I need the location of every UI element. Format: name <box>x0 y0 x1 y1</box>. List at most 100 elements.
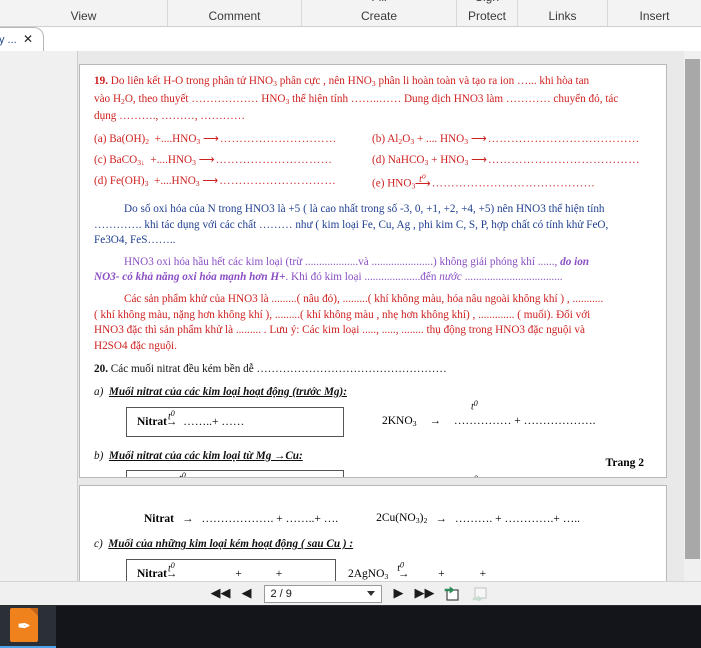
page3-blank-tail[interactable]: ………………. + ……..+ …. <box>202 513 339 525</box>
pdf-page-2: 19. Do liên kết H-O trong phân tử HNO3 p… <box>79 64 667 478</box>
section-a-formula-row: Nitrat t0 → ……..+ …… t0 2KNO3 → …………… + … <box>126 398 654 437</box>
equation-c-blank[interactable]: ………………………… <box>216 154 333 166</box>
blue-paragraph-line3: Fe3O4, FeS…….. <box>94 234 176 247</box>
section-c-temperature-symbol: t0 <box>168 560 175 575</box>
last-page-icon[interactable]: ▶▶ <box>415 585 435 603</box>
previous-page-icon[interactable]: ◀ <box>238 585 256 603</box>
ribbon-tab-create[interactable]: Fill Create <box>302 0 457 26</box>
ribbon-tab-comment-label: Comment <box>208 9 261 23</box>
red-paragraph2-line1: Các sản phẩm khử của HNO3 là .........( … <box>124 292 604 305</box>
ribbon-tab-create-label: Create <box>360 9 398 23</box>
ribbon-tab-insert[interactable]: Insert <box>608 0 701 26</box>
violet-paragraph-text2: . Khi đó kim loại ....................đế… <box>285 271 440 284</box>
blue-paragraph-line1: Do số oxi hóa của N trong HNO3 là +5 ( l… <box>94 202 654 218</box>
violet-paragraph-tail: ................................... <box>461 271 563 284</box>
ribbon-tab-fill-clipped-label: Fill <box>371 0 386 4</box>
equation-e-blank[interactable]: …………………………………… <box>432 178 596 190</box>
equation-cell-b: (b) Al2O3 + .... HNO3 ⟶ ………………………………… <box>372 133 640 147</box>
equation-cell-d2: (d) Fe(OH)3 +....HNO3 ⟶ ………………………… <box>94 175 337 189</box>
ribbon-tab-links-label: Links <box>548 9 577 23</box>
question-19-text-a: Do liên kết H-O trong phân tử HNO <box>107 75 274 87</box>
section-a-heading-text: Muối nitrat của các kim loại hoạt động (… <box>108 385 347 398</box>
page3-formula-row-1: Nitrat → ………………. + ……..+ …. 2Cu(NO3)2 → … <box>144 512 581 526</box>
panel-left-glyph <box>444 586 459 601</box>
section-c-answer-box[interactable]: Nitrat t0 → + + <box>126 558 336 581</box>
page-number-input[interactable]: 2 / 9 <box>263 584 382 603</box>
section-b-answer-box[interactable]: t0 <box>126 470 344 477</box>
section-a-right-temperature-symbol: t0 <box>471 398 478 413</box>
equation-row-2: (c) BaCO3↓ +....HNO3 ⟶ ………………………… (d) Na… <box>94 151 654 172</box>
section-a-right-tail[interactable]: …………… + ………………. <box>454 415 596 427</box>
section-c-heading-text: Muối của những kim loại kém hoạt động ( … <box>108 538 354 551</box>
show-right-panel-icon[interactable] <box>470 585 490 603</box>
section-a-right-formula-row: t0 2KNO3 → …………… + ………………. <box>382 398 596 429</box>
ribbon-tab-protect[interactable]: Sign Protect <box>457 0 518 26</box>
equation-d2-blank[interactable]: ………………………… <box>219 175 336 187</box>
document-tab[interactable]: y ... ✕ <box>0 27 44 51</box>
section-a-heading: a) Muối nitrat của các kim loại hoạt độn… <box>94 385 654 401</box>
violet-paragraph-line1: HNO3 oxi hóa hầu hết các kim loại (trừ .… <box>94 255 654 271</box>
blue-paragraph-line2: …………. khi tác dụng với các chất ……… như … <box>94 218 609 231</box>
question-19-line3: dụng ………., ………, ………… <box>94 110 246 123</box>
section-c-box-formula: Nitrat <box>137 567 168 580</box>
equation-d-blank[interactable]: ………………………………… <box>488 154 640 166</box>
ribbon-tab-view[interactable]: View <box>0 0 168 26</box>
question-20-text: Các muối nitrat đều kém bền dễ ………………………… <box>107 363 447 376</box>
equation-a-label: (a) <box>94 133 107 146</box>
question-20: 20. Các muối nitrat đều kém bền dễ ……………… <box>94 362 654 378</box>
violet-paragraph-italic3: nước <box>439 271 462 284</box>
section-a-right-formula: 2KNO3 <box>382 414 417 429</box>
section-c-right-formula: 2AgNO3 <box>348 567 389 581</box>
ribbon-tab-links[interactable]: Links <box>518 0 608 26</box>
viewer-side-rail <box>0 51 78 581</box>
section-a-label: a) <box>94 385 104 398</box>
question-19-line2: vào H2O, theo thuyết ……………… HNO3 thể hiệ… <box>94 92 619 106</box>
page3-right-formula: 2Cu(NO3)2 <box>376 512 428 526</box>
document-tab-strip: y ... ✕ <box>0 27 701 51</box>
red-paragraph2-line3: HNO3 đặc thì sản phẩm khử là ......... .… <box>94 324 585 337</box>
section-b-heading: b) Muối nitrat của các kim loại từ Mg →C… <box>94 449 654 465</box>
chevron-down-icon[interactable] <box>366 590 375 596</box>
violet-paragraph-line2: NO3- có khả năng oxi hóa mạnh hơn H+. Kh… <box>94 270 654 286</box>
show-left-panel-icon[interactable] <box>442 585 462 603</box>
first-page-icon[interactable]: ◀◀ <box>211 585 231 603</box>
section-c-right-temperature-symbol: t0 <box>397 560 404 574</box>
page-footer-label: Trang 2 <box>605 457 644 469</box>
section-a-box-formula: Nitrat <box>137 415 168 428</box>
pdf-viewer-area[interactable]: 19. Do liên kết H-O trong phân tử HNO3 p… <box>0 51 701 581</box>
pdf-app-icon[interactable]: ✒ <box>10 608 38 642</box>
equation-cell-e: (e) HNO3 to⟶ …………………………………… <box>372 171 596 191</box>
equation-cell-d: (d) NaHCO3 + HNO3 ⟶ ………………………………… <box>372 154 640 168</box>
page3-right-tail[interactable]: ………. + ………….+ ….. <box>455 513 580 525</box>
section-a-answer-box[interactable]: Nitrat t0 → ……..+ …… <box>126 406 344 437</box>
panel-right-glyph <box>472 587 487 601</box>
equation-b-blank[interactable]: ………………………………… <box>488 133 640 145</box>
ribbon-tab-comment[interactable]: Comment <box>168 0 302 26</box>
section-c-heading: c) Muối của những kim loại kém hoạt động… <box>94 537 654 553</box>
section-a-temperature-symbol: t0 <box>168 408 175 423</box>
question-19-line2-c: thể hiện tính ……..…… Dung dịch HNO3 làm … <box>289 92 619 105</box>
equation-cell-c: (c) BaCO3↓ +....HNO3 ⟶ ………………………… <box>94 154 333 168</box>
question-19-text-c: phân li hoàn toàn và tạo ra ion …... khi… <box>375 75 590 87</box>
close-icon[interactable]: ✕ <box>23 32 33 46</box>
section-a-box-tail[interactable]: ……..+ …… <box>183 416 244 428</box>
equation-a-blank[interactable]: ………………………… <box>220 133 337 145</box>
page-number-value: 2 / 9 <box>270 587 292 600</box>
question-20-number: 20. <box>94 363 108 376</box>
section-c-right-area: 2AgNO3 t0 → + + <box>348 560 487 581</box>
blue-paragraph-text1: Do số oxi hóa của N trong HNO3 là +5 ( l… <box>124 203 605 215</box>
pdf-app-icon-glyph: ✒ <box>17 619 31 635</box>
page-fold-icon <box>30 608 38 616</box>
violet-paragraph-italic1: do ion <box>560 255 590 268</box>
next-page-icon[interactable]: ▶ <box>390 585 408 603</box>
section-b-label: b) <box>94 449 104 462</box>
question-19-line1: 19. Do liên kết H-O trong phân tử HNO3 p… <box>94 75 590 89</box>
question-19-line2-b: O, theo thuyết ……………… HNO <box>124 92 286 105</box>
question-19-line2-a: vào H <box>94 92 122 105</box>
taskbar-active-app-slot[interactable]: ✒ <box>0 606 56 648</box>
section-c-formula-row: Nitrat t0 → + + 2AgNO3 t0 → + + <box>126 558 654 581</box>
document-tab-title: y ... <box>0 33 17 46</box>
vertical-scrollbar-thumb[interactable] <box>685 59 700 559</box>
vertical-scrollbar-track[interactable] <box>684 51 701 581</box>
violet-paragraph-italic2: NO3- có khả năng oxi hóa mạnh hơn H+ <box>94 271 286 284</box>
